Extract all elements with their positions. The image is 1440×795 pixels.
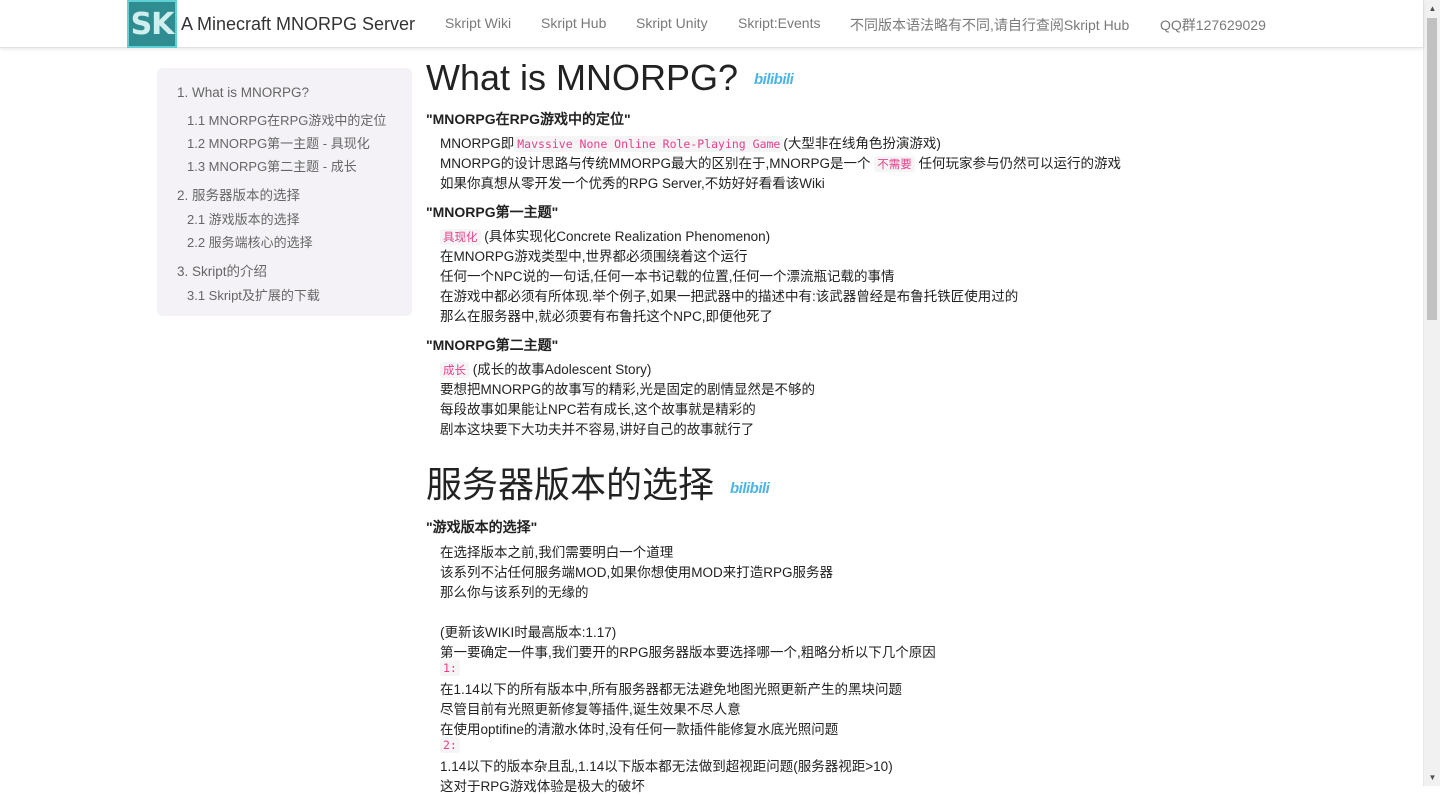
site-title[interactable]: A Minecraft MNORPG Server <box>181 14 415 35</box>
inline-code: 1: <box>440 660 460 676</box>
toc-item-server-version[interactable]: 2. 服务器版本的选择 <box>177 184 300 204</box>
paragraph-line: 具现化 (具体实现化Concrete Realization Phenomeno… <box>440 225 770 245</box>
nav-link-skript-wiki[interactable]: Skript Wiki <box>445 15 511 31</box>
site-logo[interactable]: SK <box>127 0 177 48</box>
paragraph-line: MNORPG即 Mavssive None Online Role-Playing… <box>440 132 941 152</box>
toc-item-second-theme[interactable]: 1.3 MNORPG第二主题 - 成长 <box>187 156 357 175</box>
nav-link-version-notice[interactable]: 不同版本语法略有不同,请自行查阅Skript Hub <box>850 15 1129 35</box>
paragraph-line: 2: <box>440 737 460 753</box>
scrollbar-thumb[interactable] <box>1427 18 1437 320</box>
bilibili-icon[interactable]: bilibili <box>730 480 770 497</box>
table-of-contents: 1. What is MNORPG? 1.1 MNORPG在RPG游戏中的定位 … <box>157 68 412 316</box>
inline-code: 2: <box>440 737 460 753</box>
paragraph-line: 1: <box>440 660 460 676</box>
inline-code: Mavssive None Online Role-Playing Game <box>514 136 784 152</box>
nav-link-qq-group[interactable]: QQ群127629029 <box>1160 15 1266 35</box>
text-span: (大型非在线角色扮演游戏) <box>783 136 941 151</box>
nav-link-skript-unity[interactable]: Skript Unity <box>636 15 708 31</box>
toc-item-first-theme[interactable]: 1.2 MNORPG第一主题 - 具现化 <box>187 133 370 152</box>
paragraph-line: 在MNORPG游戏类型中,世界都必须围绕着这个运行 <box>440 249 748 264</box>
toc-item-skript-intro[interactable]: 3. Skript的介绍 <box>177 260 267 280</box>
text-span: (成长的故事Adolescent Story) <box>472 362 652 377</box>
paragraph-line: 任何一个NPC说的一句话,任何一本书记载的位置,任何一个漂流瓶记载的事情 <box>440 269 895 284</box>
paragraph-line: 那么你与该系列的无缘的 <box>440 585 589 600</box>
paragraph-line: 该系列不沾任何服务端MOD,如果你想使用MOD来打造RPG服务器 <box>440 565 833 580</box>
paragraph-line: 1.14以下的版本杂且乱,1.14以下版本都无法做到超视距问题(服务器视距>10… <box>440 759 893 774</box>
top-navbar: SK A Minecraft MNORPG Server Skript Wiki… <box>0 0 1423 48</box>
subheading-first-theme: "MNORPG第一主题" <box>426 204 559 220</box>
nav-link-skript-hub[interactable]: Skript Hub <box>541 15 606 31</box>
bilibili-icon[interactable]: bilibili <box>754 71 794 88</box>
paragraph-line: 在1.14以下的所有版本中,所有服务器都无法避免地图光照更新产生的黑块问题 <box>440 682 903 697</box>
subheading-second-theme: "MNORPG第二主题" <box>426 337 559 353</box>
paragraph-line: 在选择版本之前,我们需要明白一个道理 <box>440 545 674 560</box>
paragraph-line: 每段故事如果能让NPC若有成长,这个故事就是精彩的 <box>440 402 756 417</box>
subheading-game-version: "游戏版本的选择" <box>426 519 538 535</box>
paragraph-line: 成长 (成长的故事Adolescent Story) <box>440 358 651 378</box>
paragraph-line: (更新该WIKI时最高版本:1.17) <box>440 625 617 640</box>
scroll-down-arrow-icon[interactable]: ▼ <box>1424 769 1440 786</box>
paragraph-line: 那么在服务器中,就必须要有布鲁托这个NPC,即便他死了 <box>440 309 774 324</box>
text-span: (具体实现化Concrete Realization Phenomenon) <box>484 229 771 244</box>
subheading-positioning: "MNORPG在RPG游戏中的定位" <box>426 111 631 127</box>
nav-link-skript-events[interactable]: Skript:Events <box>738 15 820 31</box>
section-title-what-is-mnorpg: What is MNORPG? <box>426 57 739 98</box>
toc-item-what-is-mnorpg[interactable]: 1. What is MNORPG? <box>177 85 309 100</box>
toc-item-skript-download[interactable]: 3.1 Skript及扩展的下载 <box>187 285 320 304</box>
text-span: MNORPG即 <box>440 136 515 151</box>
inline-code: 成长 <box>440 362 469 378</box>
text-span: MNORPG的设计思路与传统MMORPG最大的区别在于,MNORPG是一个 <box>440 156 871 171</box>
paragraph-line: 如果你真想从零开发一个优秀的RPG Server,不妨好好看看该Wiki <box>440 176 825 191</box>
paragraph-line: 在使用optifine的清澈水体时,没有任何一款插件能修复水底光照问题 <box>440 722 839 737</box>
inline-code: 具现化 <box>440 229 481 245</box>
text-span: 任何玩家参与仍然可以运行的游戏 <box>918 156 1122 171</box>
paragraph-line: 尽管目前有光照更新修复等插件,诞生效果不尽人意 <box>440 702 741 717</box>
scroll-up-arrow-icon[interactable]: ▲ <box>1424 0 1440 17</box>
paragraph-line: 在游戏中都必须有所体现.举个例子,如果一把武器中的描述中有:该武器曾经是布鲁托铁… <box>440 289 1019 304</box>
paragraph-line: 第一要确定一件事,我们要开的RPG服务器版本要选择哪一个,粗略分析以下几个原因 <box>440 645 936 660</box>
section-title-server-version: 服务器版本的选择 <box>426 464 715 505</box>
inline-code: 不需要 <box>874 156 915 172</box>
toc-item-positioning[interactable]: 1.1 MNORPG在RPG游戏中的定位 <box>187 110 386 129</box>
vertical-scrollbar[interactable]: ▲ ▼ <box>1423 0 1440 786</box>
toc-item-game-version[interactable]: 2.1 游戏版本的选择 <box>187 209 300 228</box>
paragraph-line: 剧本这块要下大功夫并不容易,讲好自己的故事就行了 <box>440 422 755 437</box>
paragraph-line: MNORPG的设计思路与传统MMORPG最大的区别在于,MNORPG是一个 不需… <box>440 152 1121 172</box>
paragraph-line: 要想把MNORPG的故事写的精彩,光是固定的剧情显然是不够的 <box>440 382 816 397</box>
paragraph-line: 这对于RPG游戏体验是极大的破坏 <box>440 779 645 794</box>
toc-item-server-core[interactable]: 2.2 服务端核心的选择 <box>187 232 313 251</box>
brand[interactable]: SK A Minecraft MNORPG Server <box>127 0 415 48</box>
